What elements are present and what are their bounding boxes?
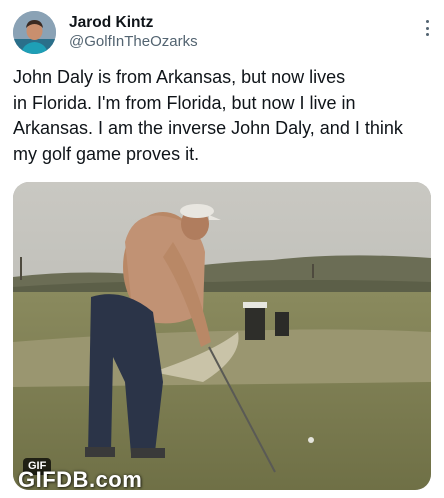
more-dot — [425, 33, 429, 36]
tweet-text-line: in Florida. I'm from Florida, but now I … — [13, 92, 356, 113]
golf-swing-image — [13, 182, 431, 490]
author-avatar[interactable] — [13, 11, 56, 54]
tweet-text: John Daly is from Arkansas, but now live… — [13, 65, 433, 167]
author-name[interactable]: Jarod Kintz — [69, 14, 153, 32]
tweet-text-line: Arkansas. I am the inverse John Daly, an… — [13, 118, 403, 138]
more-dot — [425, 20, 429, 23]
more-options-icon[interactable] — [424, 20, 430, 36]
watermark-text: GIFDB.com — [18, 467, 143, 490]
tweet-text-line: John Daly is from Arkansas, but now live… — [13, 67, 346, 87]
more-dot — [425, 26, 429, 30]
tweet-card: Jarod Kintz @GolfInTheOzarks John Daly i… — [0, 0, 444, 498]
tweet-text-line: my golf game proves it. — [13, 143, 200, 164]
gif-media[interactable]: GIF GIFDB.com — [13, 182, 431, 490]
avatar-image — [13, 11, 56, 54]
author-handle[interactable]: @GolfInTheOzarks — [69, 33, 198, 50]
